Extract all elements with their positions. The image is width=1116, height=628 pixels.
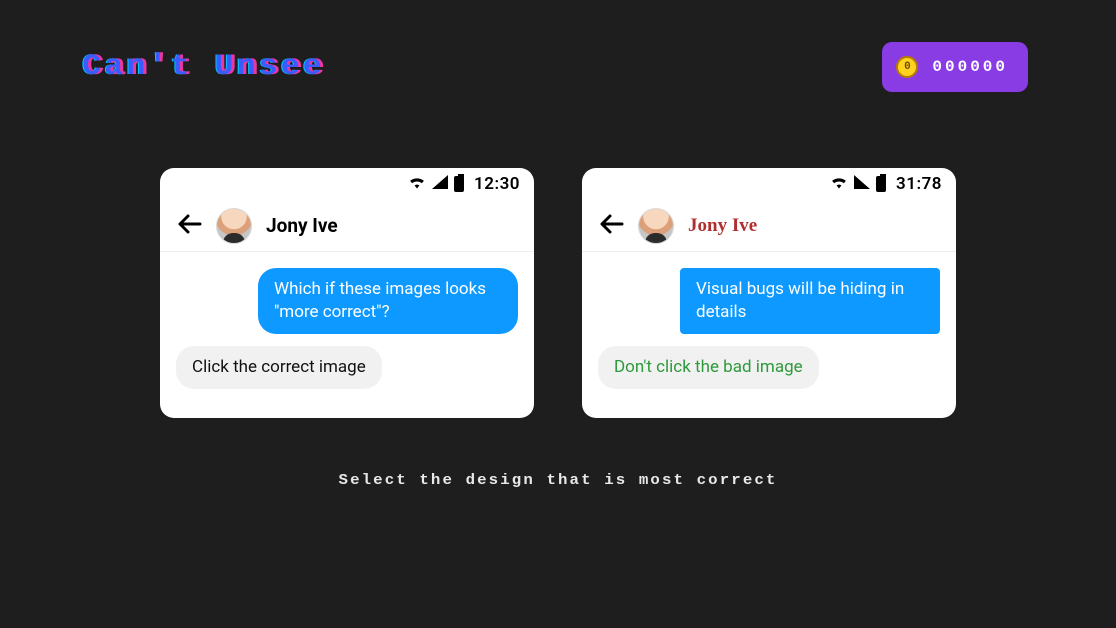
contact-name: Jony Ive [688,215,757,237]
signal-icon [854,174,870,194]
wifi-icon [830,174,848,194]
choice-card-left[interactable]: 12:30 Jony Ive Which if these images loo… [160,168,534,418]
score-display: 0 000000 [882,42,1028,92]
battery-icon [876,176,886,192]
message-list: Visual bugs will be hiding in details Do… [582,252,956,405]
chat-header: Jony Ive [160,200,534,252]
score-value: 000000 [932,58,1008,76]
message-sent: Visual bugs will be hiding in details [680,268,940,334]
message-sent: Which if these images looks "more correc… [258,268,518,334]
battery-icon [454,176,464,192]
coin-icon: 0 [896,56,918,78]
back-icon [178,213,202,239]
back-icon [600,213,624,239]
contact-name: Jony Ive [266,214,338,237]
avatar [216,208,252,244]
avatar [638,208,674,244]
wifi-icon [408,174,426,194]
clock: 12:30 [474,174,520,194]
status-bar: 31:78 [582,168,956,200]
choice-card-right[interactable]: 31:78 Jony Ive Visual bugs will be hidin… [582,168,956,418]
message-received: Click the correct image [176,346,382,389]
chat-header: Jony Ive [582,200,956,252]
status-bar: 12:30 [160,168,534,200]
choice-cards: 12:30 Jony Ive Which if these images loo… [0,168,1116,418]
instruction-text: Select the design that is most correct [0,472,1116,489]
message-list: Which if these images looks "more correc… [160,252,534,405]
signal-icon [432,174,448,194]
game-logo: Can't Unsee [82,50,325,84]
top-bar: Can't Unsee 0 000000 [88,42,1028,92]
message-received: Don't click the bad image [598,346,819,389]
clock: 31:78 [896,174,942,194]
